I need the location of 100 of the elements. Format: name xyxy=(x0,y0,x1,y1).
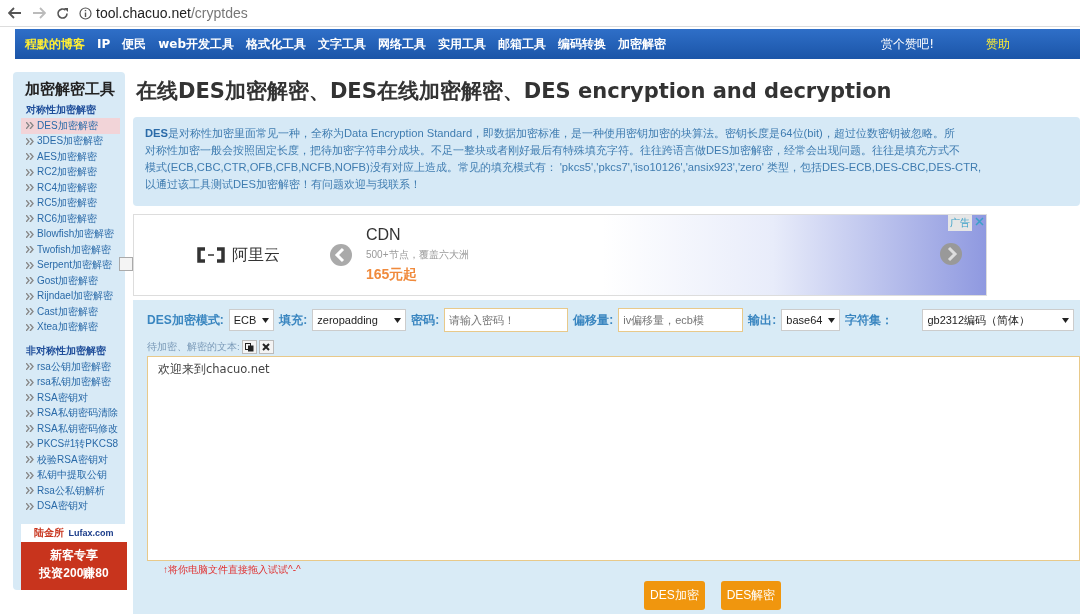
text-input[interactable]: 请输入密码！ xyxy=(444,308,569,332)
ad-price: 165元起 xyxy=(366,266,419,284)
info-icon[interactable] xyxy=(79,6,92,20)
field-label: 密码: xyxy=(411,311,440,329)
sidebar-heading: 非对称性加密解密 xyxy=(26,344,107,358)
sidebar-item[interactable]: AES加密解密 xyxy=(21,149,120,165)
text-area[interactable]: 欢迎来到chacuo.net xyxy=(147,356,1080,561)
copy-button[interactable] xyxy=(241,340,257,354)
ad-product: CDN xyxy=(366,226,402,244)
nav-link[interactable]: 赞助 xyxy=(980,35,1016,53)
nav-link[interactable]: 程默的博客 xyxy=(19,35,91,53)
chevron-icon xyxy=(26,292,34,300)
nav-link[interactable]: IP xyxy=(91,37,117,51)
field-label: 输出: xyxy=(748,311,777,329)
ad-brand: 阿里云 xyxy=(232,244,280,265)
ad-tagline: 500+节点，覆盖六大洲 xyxy=(366,248,469,262)
chevron-icon xyxy=(26,199,34,207)
description-line: 模式(ECB,CBC,CTR,OFB,CFB,NCFB,NOFB)没有对应上造成。常见的填充模式有： 'pkcs5','pkcs7','iso10126','ansix923','zero' 类型，包括DES-ECB,DES-CBC,DES-CTR, xyxy=(145,160,983,175)
chevron-icon xyxy=(26,308,34,316)
sidebar-item[interactable]: DSA密钥对 xyxy=(21,498,120,514)
hint-text: ↑将你电脑文件直接拖入试试^-^ xyxy=(163,563,302,577)
field-label: 字符集： xyxy=(845,311,894,329)
nav-link[interactable]: 便民 xyxy=(116,35,153,53)
ad-headline: 新客专享 xyxy=(50,547,98,564)
nav-link[interactable]: 赏个赞吧! xyxy=(875,35,940,53)
ad-site: Lufax.com xyxy=(68,528,114,538)
chevron-icon xyxy=(26,168,34,176)
sidebar-item[interactable]: Rsa公私钥解析 xyxy=(21,483,120,499)
sidebar-item[interactable]: 校验RSA密钥对 xyxy=(21,452,120,468)
chevron-icon xyxy=(26,456,34,464)
sidebar-item[interactable]: Xtea加密解密 xyxy=(21,319,120,335)
sidebar-item[interactable]: RSA私钥密码清除 xyxy=(21,405,120,421)
sidebar-item[interactable]: RSA密钥对 xyxy=(21,390,120,406)
clear-button[interactable] xyxy=(258,340,274,354)
sidebar-item[interactable]: Blowfish加密解密 xyxy=(21,226,120,242)
sidebar-item[interactable]: DES加密解密 xyxy=(21,118,120,134)
sidebar-item[interactable]: Serpent加密解密 xyxy=(21,257,120,273)
sidebar-title: 加密解密工具 xyxy=(25,80,116,99)
dropdown[interactable]: zeropadding xyxy=(312,309,407,331)
sidebar-item[interactable]: RC2加密解密 xyxy=(21,164,120,180)
caret-icon xyxy=(394,317,402,323)
chevron-icon xyxy=(26,471,34,479)
ad-label: 广告 xyxy=(948,215,972,231)
sidebar-item[interactable]: RC5加密解密 xyxy=(21,195,120,211)
nav-link[interactable]: 文字工具 xyxy=(312,35,373,53)
chevron-icon xyxy=(26,246,34,254)
chevron-icon xyxy=(26,323,34,331)
nav-link[interactable]: 加密解密 xyxy=(612,35,673,53)
nav-link[interactable]: 实用工具 xyxy=(432,35,493,53)
back-icon[interactable] xyxy=(8,7,22,19)
field-label: 填充: xyxy=(279,311,308,329)
nav-link[interactable]: 邮箱工具 xyxy=(492,35,553,53)
nav-link[interactable]: 网络工具 xyxy=(372,35,433,53)
caret-icon xyxy=(828,317,836,323)
ad-banner[interactable]: 陆金所 Lufax.com 新客专享 投资200赚80 xyxy=(21,524,127,590)
caret-icon xyxy=(262,317,270,323)
page-title: 在线DES加密解密、DES在线加密解密、DES encryption and decryption xyxy=(136,78,893,105)
field-label: DES加密模式: xyxy=(147,311,224,329)
sidebar-item[interactable]: rsa公钥加密解密 xyxy=(21,359,120,375)
chevron-icon xyxy=(26,184,34,192)
chevron-icon xyxy=(26,261,34,269)
nav-link[interactable]: 编码转换 xyxy=(552,35,613,53)
caret-icon xyxy=(1062,317,1070,323)
chevron-icon xyxy=(26,425,34,433)
sidebar-item[interactable]: 私钥中提取公钥 xyxy=(21,467,120,483)
sidebar-heading: 对称性加密解密 xyxy=(26,103,97,117)
sidebar-item[interactable]: rsa私钥加密解密 xyxy=(21,374,120,390)
description-line: 对称性加密一般会按照固定长度，把待加密字符串分成块。不足一整块或者刚好最后有特殊填充字符。往往跨语言做DES加密解密，经常会出现问题。往往是填充方式不 xyxy=(145,143,961,158)
sidebar-item[interactable]: Rijndael加密解密 xyxy=(21,288,120,304)
sidebar-item[interactable]: 3DES加密解密 xyxy=(21,133,120,149)
sidebar-item[interactable]: RC6加密解密 xyxy=(21,211,120,227)
ad-brand: 陆金所 xyxy=(34,526,65,540)
sidebar-item[interactable]: Twofish加密解密 xyxy=(21,242,120,258)
ad-offer: 投资200赚80 xyxy=(39,565,109,582)
nav-link[interactable]: 格式化工具 xyxy=(240,35,313,53)
sidebar-item[interactable]: Cast加密解密 xyxy=(21,304,120,320)
text-input[interactable]: iv偏移量，ecb模 xyxy=(618,308,744,332)
sidebar-item[interactable]: RC4加密解密 xyxy=(21,180,120,196)
description-line: DES是对称性加密里面常见一种，全称为Data Encryption Standard，即数据加密标准，是一种使用密钥加密的块算法。密钥长度是64位(bit)，超过位数密钥被忽略。所 xyxy=(145,126,956,141)
dropdown[interactable]: base64 xyxy=(781,309,841,331)
url-text[interactable]: tool.chacuo.net/cryptdes xyxy=(96,5,248,21)
dropdown[interactable]: ECB xyxy=(228,309,275,331)
chevron-icon xyxy=(26,153,34,161)
chevron-icon xyxy=(26,122,34,130)
reload-icon[interactable] xyxy=(56,6,69,20)
chevron-icon xyxy=(26,363,34,371)
nav-link[interactable]: web开发工具 xyxy=(152,35,241,53)
description-line: 以通过该工具测试DES加密解密！有问题欢迎与我联系！ xyxy=(145,177,422,192)
chevron-icon xyxy=(26,378,34,386)
sidebar-item[interactable]: RSA私钥密码修改 xyxy=(21,421,120,437)
bracket-logo-icon xyxy=(196,247,226,263)
close-icon xyxy=(262,343,271,351)
chevron-icon xyxy=(26,409,34,417)
sidebar-item[interactable]: Gost加密解密 xyxy=(21,273,120,289)
copy-icon xyxy=(244,342,254,352)
dropdown[interactable]: gb2312编码（简体） xyxy=(922,309,1075,331)
chevron-icon xyxy=(26,487,34,495)
sidebar-item[interactable]: PKCS#1转PKCS8 xyxy=(21,436,120,452)
field-label: 偏移量: xyxy=(573,311,614,329)
chevron-icon xyxy=(26,440,34,448)
